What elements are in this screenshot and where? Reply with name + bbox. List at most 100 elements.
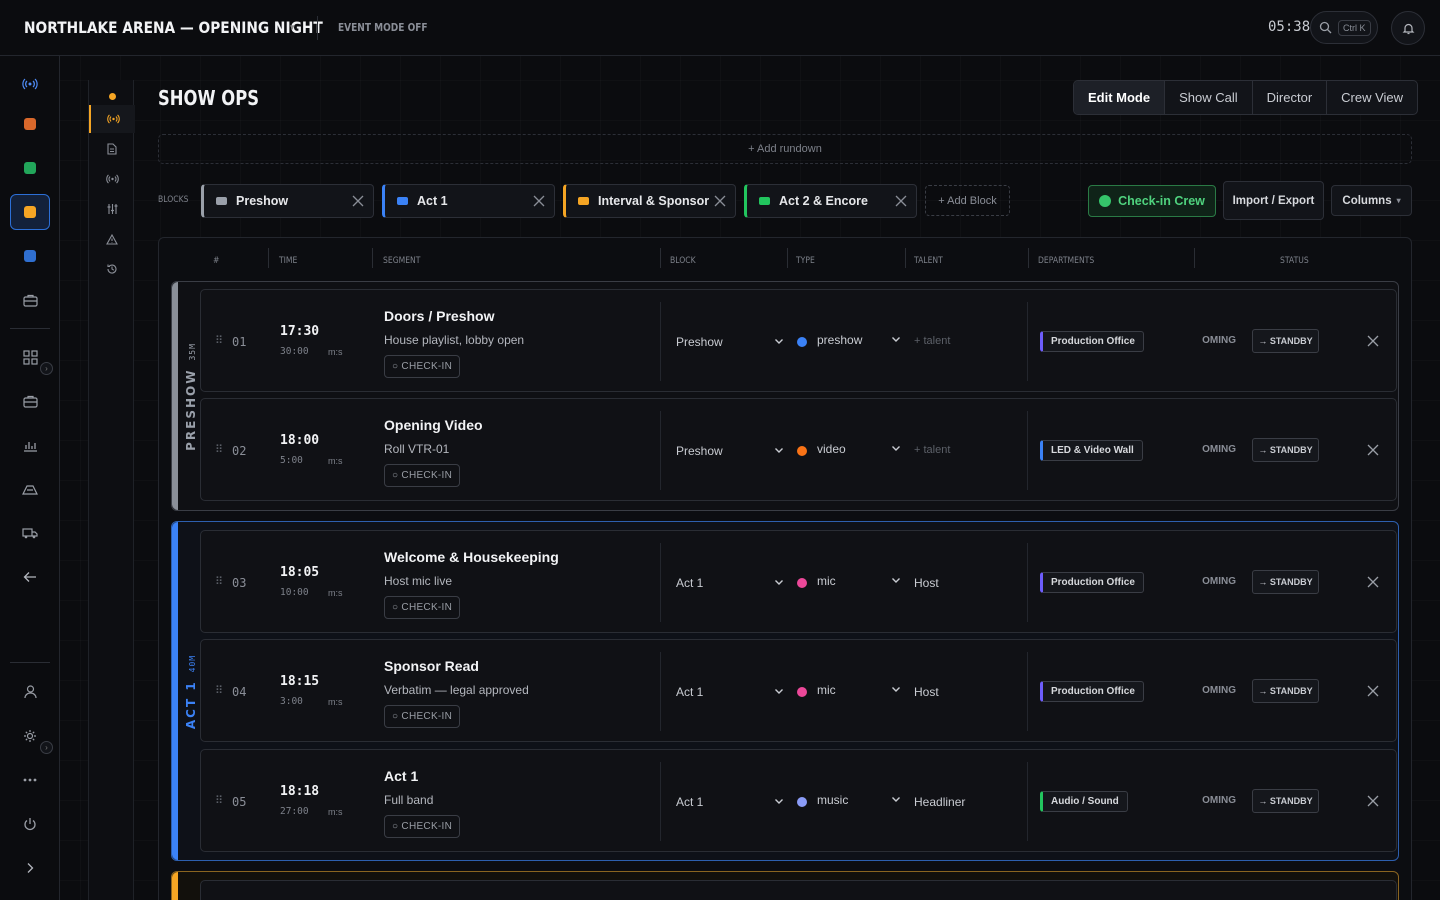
rail-yellow-project[interactable] bbox=[10, 194, 50, 230]
add-block-button[interactable]: + Add Block bbox=[925, 185, 1010, 216]
rail-profile[interactable] bbox=[10, 674, 50, 710]
drag-handle-icon[interactable]: ⠿ bbox=[215, 575, 223, 588]
expand-badge-icon[interactable]: › bbox=[40, 362, 53, 375]
import-export-button[interactable]: Import / Export bbox=[1223, 181, 1324, 220]
row-time[interactable]: 18:00 bbox=[280, 433, 319, 448]
rail-briefcase[interactable] bbox=[10, 282, 50, 318]
rail-power[interactable] bbox=[10, 806, 50, 842]
rail-broadcast[interactable] bbox=[10, 66, 50, 102]
add-rundown-button[interactable]: + Add rundown bbox=[158, 134, 1412, 164]
drag-handle-icon[interactable]: ⠿ bbox=[215, 443, 223, 456]
table-row[interactable]: ⠿ 02 18:00 5:00 m:s Opening Video Roll V… bbox=[200, 398, 1397, 501]
segment-subtitle[interactable]: Verbatim — legal approved bbox=[384, 683, 529, 697]
sub-mixer[interactable] bbox=[89, 195, 135, 223]
checkin-button[interactable]: ○ CHECK-IN bbox=[384, 355, 461, 378]
row-duration[interactable]: 3:00 bbox=[280, 696, 303, 707]
sub-history[interactable] bbox=[89, 255, 135, 283]
segment-subtitle[interactable]: Full band bbox=[384, 793, 433, 807]
columns-button[interactable]: Columns ▾ bbox=[1331, 185, 1412, 216]
standby-button[interactable]: → STANDBY bbox=[1252, 438, 1319, 462]
sub-broadcast[interactable] bbox=[89, 165, 135, 193]
rail-expand[interactable] bbox=[10, 850, 50, 886]
talent-field[interactable]: + talent bbox=[914, 444, 950, 456]
sub-documents[interactable] bbox=[89, 135, 135, 163]
column-header-segment[interactable]: SEGMENT bbox=[383, 256, 420, 266]
close-icon[interactable] bbox=[894, 194, 908, 208]
row-time[interactable]: 18:05 bbox=[280, 565, 319, 580]
row-time[interactable]: 18:15 bbox=[280, 674, 319, 689]
event-title[interactable]: NORTHLAKE ARENA — OPENING NIGHT bbox=[24, 18, 323, 37]
talent-field[interactable]: Host bbox=[914, 576, 939, 590]
row-duration[interactable]: 10:00 bbox=[280, 587, 309, 598]
rail-orange-project[interactable] bbox=[10, 106, 50, 142]
segment-title[interactable]: Opening Video bbox=[384, 417, 483, 433]
type-select[interactable]: video bbox=[797, 442, 901, 456]
block-chip-preshow[interactable]: Preshow bbox=[201, 184, 374, 218]
block-select[interactable]: Preshow bbox=[676, 444, 784, 458]
block-select[interactable]: Act 1 bbox=[676, 795, 784, 809]
title-dropdown-icon[interactable]: ▾ bbox=[290, 22, 295, 33]
event-mode-toggle[interactable]: EVENT MODE OFF bbox=[338, 21, 428, 34]
department-tag[interactable]: Production Office bbox=[1040, 331, 1144, 352]
rail-blue-project[interactable] bbox=[10, 238, 50, 274]
segment-title[interactable]: Sponsor Read bbox=[384, 658, 479, 674]
drag-handle-icon[interactable]: ⠿ bbox=[215, 794, 223, 807]
column-header-status[interactable]: STATUS bbox=[1280, 256, 1309, 266]
rail-back[interactable] bbox=[10, 559, 50, 595]
expand-badge-icon[interactable]: › bbox=[40, 741, 53, 754]
type-select[interactable]: preshow bbox=[797, 333, 901, 347]
standby-button[interactable]: → STANDBY bbox=[1252, 329, 1319, 353]
type-select[interactable]: music bbox=[797, 793, 901, 807]
block-chip-act-1[interactable]: Act 1 bbox=[382, 184, 555, 218]
checkin-button[interactable]: ○ CHECK-IN bbox=[384, 815, 461, 838]
talent-field[interactable]: + talent bbox=[914, 335, 950, 347]
close-icon[interactable] bbox=[1367, 795, 1379, 807]
column-header-talent[interactable]: TALENT bbox=[914, 256, 943, 266]
segment-title[interactable]: Act 1 bbox=[384, 768, 418, 784]
column-header-num[interactable]: # bbox=[213, 256, 219, 266]
drag-handle-icon[interactable]: ⠿ bbox=[215, 334, 223, 347]
close-icon[interactable] bbox=[1367, 685, 1379, 697]
close-icon[interactable] bbox=[351, 194, 365, 208]
rail-inventory[interactable] bbox=[10, 383, 50, 419]
department-tag[interactable]: Production Office bbox=[1040, 572, 1144, 593]
table-row[interactable]: ⠿ 03 18:05 10:00 m:s Welcome & Housekeep… bbox=[200, 530, 1397, 633]
sub-alerts[interactable] bbox=[89, 225, 135, 253]
checkin-crew-button[interactable]: Check-in Crew bbox=[1088, 185, 1216, 217]
talent-field[interactable]: Headliner bbox=[914, 795, 965, 809]
department-tag[interactable]: Production Office bbox=[1040, 681, 1144, 702]
block-select[interactable]: Preshow bbox=[676, 335, 784, 349]
type-select[interactable]: mic bbox=[797, 683, 901, 697]
tab-edit-mode[interactable]: Edit Mode bbox=[1074, 81, 1165, 114]
close-icon[interactable] bbox=[1367, 335, 1379, 347]
column-header-departments[interactable]: DEPARTMENTS bbox=[1038, 256, 1094, 266]
block-chip-interval-sponsor[interactable]: Interval & Sponsor bbox=[563, 184, 736, 218]
rail-logistics[interactable] bbox=[10, 515, 50, 551]
search-button[interactable]: Ctrl K bbox=[1310, 11, 1378, 44]
standby-button[interactable]: → STANDBY bbox=[1252, 679, 1319, 703]
row-duration[interactable]: 30:00 bbox=[280, 346, 309, 357]
rail-venue[interactable] bbox=[10, 471, 50, 507]
block-select[interactable]: Act 1 bbox=[676, 576, 784, 590]
block-chip-act-2-encore[interactable]: Act 2 & Encore bbox=[744, 184, 917, 218]
tab-show-call[interactable]: Show Call bbox=[1164, 81, 1252, 114]
segment-title[interactable]: Doors / Preshow bbox=[384, 308, 494, 324]
column-header-block[interactable]: BLOCK bbox=[670, 256, 696, 266]
table-row[interactable]: ⠿ 01 17:30 30:00 m:s Doors / Preshow Hou… bbox=[200, 289, 1397, 392]
row-duration[interactable]: 5:00 bbox=[280, 455, 303, 466]
rail-more[interactable] bbox=[10, 762, 50, 798]
checkin-button[interactable]: ○ CHECK-IN bbox=[384, 596, 461, 619]
segment-title[interactable]: Welcome & Housekeeping bbox=[384, 549, 559, 565]
segment-subtitle[interactable]: Host mic live bbox=[384, 574, 452, 588]
block-select[interactable]: Act 1 bbox=[676, 685, 784, 699]
close-icon[interactable] bbox=[532, 194, 546, 208]
checkin-button[interactable]: ○ CHECK-IN bbox=[384, 705, 461, 728]
column-header-type[interactable]: TYPE bbox=[796, 256, 815, 266]
talent-field[interactable]: Host bbox=[914, 685, 939, 699]
rail-analytics[interactable] bbox=[10, 427, 50, 463]
column-header-time[interactable]: TIME bbox=[279, 256, 297, 266]
department-tag[interactable]: LED & Video Wall bbox=[1040, 440, 1143, 461]
checkin-button[interactable]: ○ CHECK-IN bbox=[384, 464, 461, 487]
close-icon[interactable] bbox=[1367, 444, 1379, 456]
close-icon[interactable] bbox=[713, 194, 727, 208]
